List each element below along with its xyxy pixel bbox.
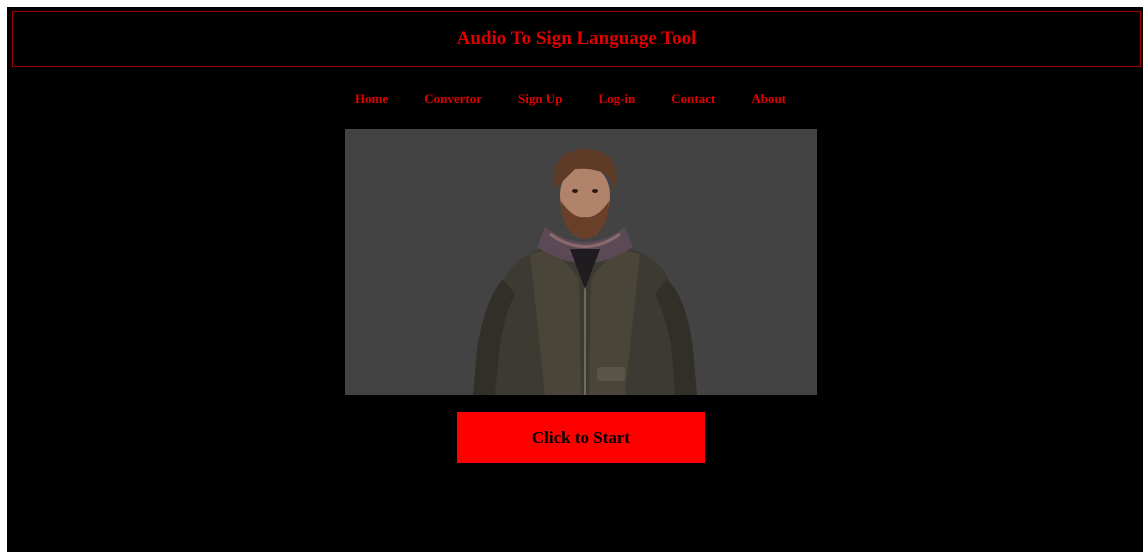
page-title: Audio To Sign Language Tool	[456, 28, 697, 49]
avatar-figure-icon	[473, 148, 697, 395]
nav-item-about[interactable]: About	[751, 91, 786, 107]
site-header: Audio To Sign Language Tool	[12, 11, 1141, 67]
nav-item-log-in[interactable]: Log-in	[598, 91, 635, 107]
nav-item-home[interactable]: Home	[355, 91, 388, 107]
page: Audio To Sign Language Tool Home Convert…	[7, 7, 1143, 552]
click-to-start-button[interactable]: Click to Start	[457, 412, 705, 463]
avatar-viewport	[345, 129, 817, 395]
nav-item-sign-up[interactable]: Sign Up	[518, 91, 562, 107]
nav-item-convertor[interactable]: Convertor	[424, 91, 482, 107]
nav-item-contact[interactable]: Contact	[671, 91, 715, 107]
